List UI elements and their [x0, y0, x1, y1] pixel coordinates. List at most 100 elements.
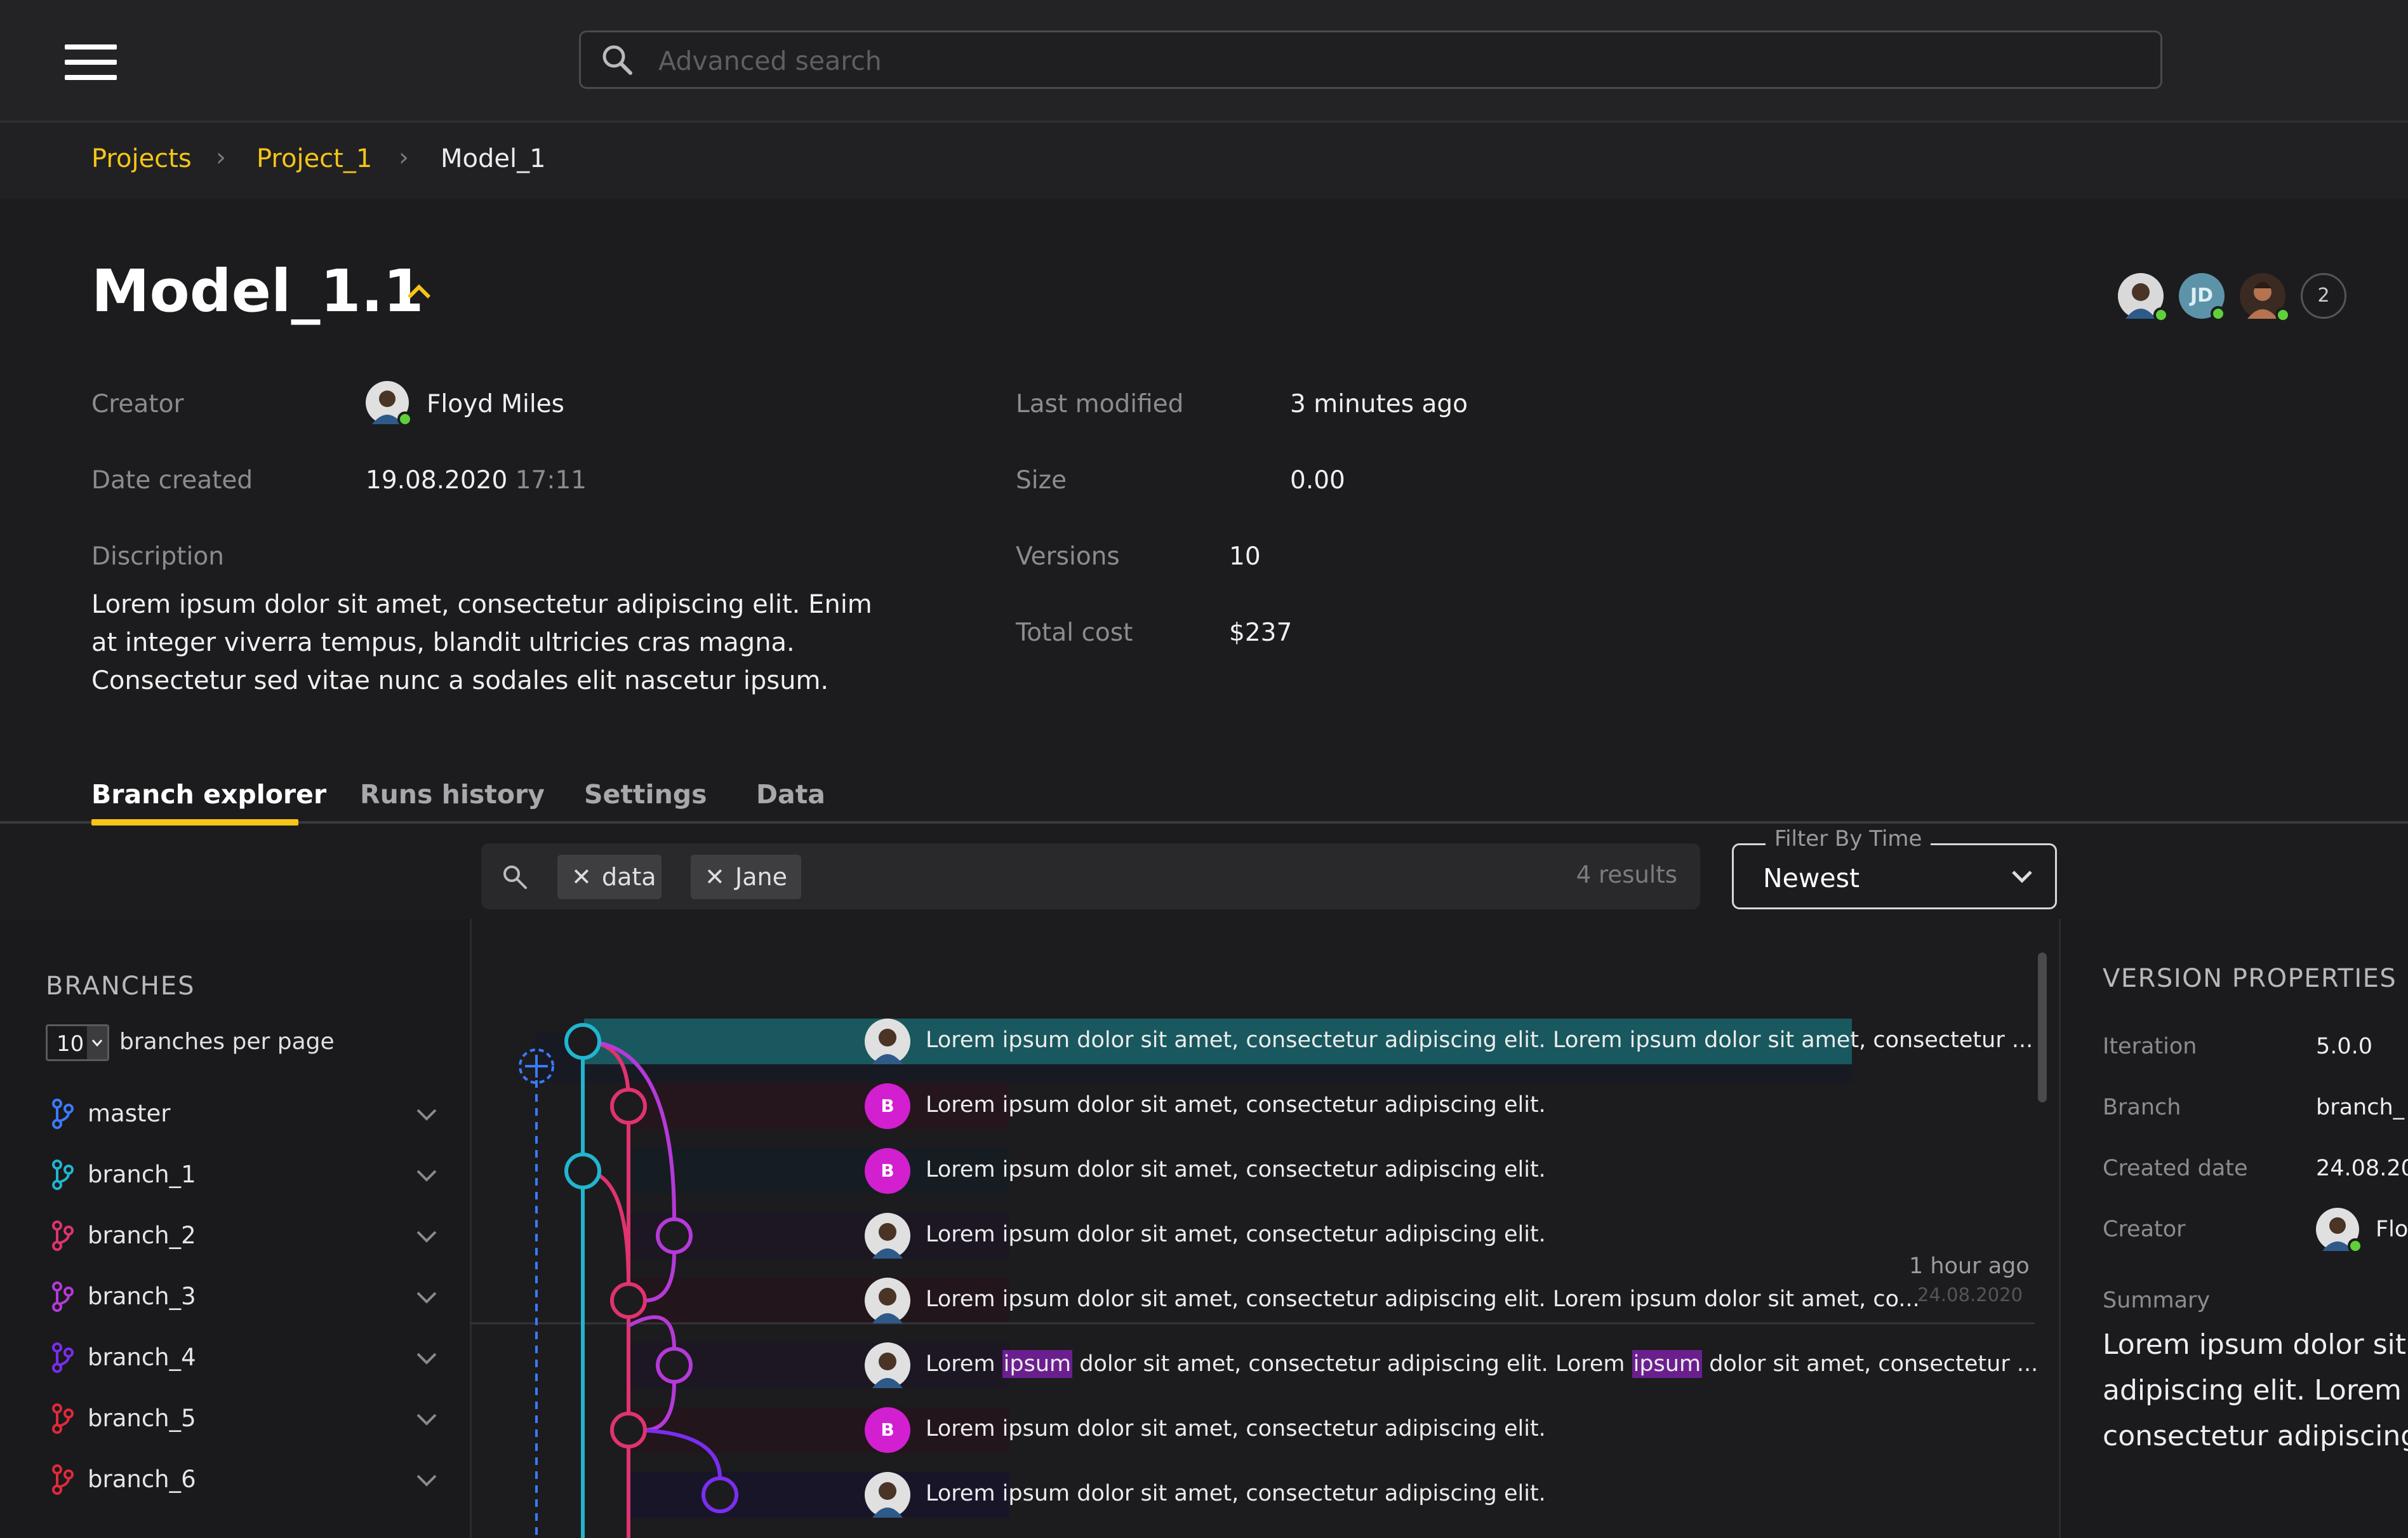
commit-message[interactable]: Lorem ipsum dolor sit amet, consectetur … — [926, 1481, 1546, 1506]
chevron-down-icon[interactable] — [414, 1105, 439, 1125]
sidebar-branch-item[interactable]: branch_3 — [46, 1279, 439, 1317]
branch-icon — [52, 1403, 74, 1434]
commit-message[interactable]: Lorem ipsum dolor sit amet, consectetur … — [926, 1157, 1546, 1182]
filter-chip[interactable]: ✕ data — [557, 855, 662, 899]
collaborator-avatar[interactable] — [2118, 273, 2169, 323]
chevron-right-icon: › — [399, 143, 409, 172]
search-icon — [503, 866, 527, 889]
commit-author-avatar-initials[interactable]: B — [865, 1148, 910, 1194]
commit-author-avatar-initials[interactable]: B — [865, 1083, 910, 1129]
sidebar-branch-item[interactable]: branch_4 — [46, 1340, 439, 1378]
chevron-down-icon[interactable] — [414, 1349, 439, 1369]
created-date-label: Created date — [2103, 1156, 2248, 1181]
scrollbar[interactable] — [2038, 953, 2047, 1102]
commit-author-avatar[interactable] — [865, 1019, 910, 1064]
creator-value: Flo — [2376, 1217, 2408, 1242]
branch-name: branch_2 — [88, 1222, 196, 1249]
branch-name: branch_5 — [88, 1405, 196, 1432]
filter-search-bar[interactable]: ✕ data ✕ Jane 4 results — [481, 843, 1700, 909]
results-count: 4 results — [1576, 861, 1677, 888]
commit-node — [564, 1153, 601, 1189]
commit-author-avatar[interactable] — [865, 1213, 910, 1259]
commit-node — [610, 1412, 647, 1448]
commit-message[interactable]: Lorem ipsum dolor sit amet, consectetur … — [926, 1222, 1546, 1247]
version-properties-title: VERSION PROPERTIES — [2103, 964, 2397, 993]
search-icon — [602, 45, 632, 75]
chevron-down-icon[interactable] — [414, 1471, 439, 1491]
tab-runs-history[interactable]: Runs history — [360, 779, 545, 810]
time-filter-label: Filter By Time — [1766, 826, 1931, 852]
per-page-select[interactable]: 10 — [46, 1024, 109, 1061]
size-value: 0.00 — [1290, 466, 1345, 495]
creator-avatar[interactable] — [366, 381, 413, 427]
tab-data[interactable]: Data — [756, 779, 825, 810]
commit-message[interactable]: Lorem ipsum dolor sit amet, consectetur … — [926, 1027, 2033, 1053]
creator-avatar[interactable] — [2316, 1208, 2363, 1254]
branches-title: BRANCHES — [46, 972, 196, 1001]
chevron-down-icon[interactable] — [414, 1410, 439, 1430]
divider-time: 1 hour ago — [1909, 1254, 2030, 1279]
chevron-right-icon: › — [216, 143, 226, 172]
commit-message[interactable]: Lorem ipsum dolor sit amet, consectetur … — [926, 1092, 1546, 1118]
creator-label: Creator — [2103, 1217, 2186, 1242]
active-tab-indicator — [91, 819, 298, 826]
branch-icon — [52, 1342, 74, 1373]
divider-date: 24.08.2020 — [1917, 1284, 2023, 1306]
sidebar-branch-item[interactable]: branch_6 — [46, 1462, 439, 1500]
branch-icon — [52, 1160, 74, 1190]
branch-icon — [52, 1099, 74, 1129]
total-cost-value: $237 — [1229, 619, 1293, 647]
commit-message[interactable]: Lorem ipsum dolor sit amet, consectetur … — [926, 1350, 2039, 1378]
search-highlight: ipsum — [1002, 1350, 1073, 1378]
commit-message-part: Lorem — [926, 1351, 1002, 1377]
sidebar-branch-item[interactable]: master — [46, 1096, 439, 1134]
sidebar-branch-item[interactable]: branch_2 — [46, 1218, 439, 1256]
close-icon[interactable]: ✕ — [571, 855, 592, 899]
commit-author-avatar[interactable] — [865, 1472, 910, 1518]
chevron-down-icon[interactable] — [414, 1227, 439, 1247]
more-collaborators-badge[interactable]: 2 — [2301, 273, 2346, 319]
chevron-down-icon[interactable] — [414, 1288, 439, 1308]
branch-name: branch_1 — [88, 1161, 196, 1188]
chevron-down-icon[interactable] — [414, 1166, 439, 1186]
menu-icon[interactable] — [65, 44, 117, 80]
collaborator-avatar[interactable] — [2240, 273, 2291, 323]
creator-label: Creator — [91, 390, 184, 418]
branch-name: master — [88, 1100, 171, 1127]
commit-author-avatar[interactable] — [865, 1342, 910, 1388]
chevron-up-icon[interactable] — [404, 279, 434, 305]
branch-icon — [52, 1220, 74, 1251]
iteration-value: 5.0.0 — [2316, 1034, 2373, 1059]
commit-message[interactable]: Lorem ipsum dolor sit amet, consectetur … — [926, 1416, 1546, 1441]
filter-chip[interactable]: ✕ Jane — [691, 855, 801, 899]
tab-branch-explorer[interactable]: Branch explorer — [91, 779, 326, 810]
sidebar-branch-item[interactable]: branch_5 — [46, 1401, 439, 1439]
sidebar-branch-item[interactable]: branch_1 — [46, 1157, 439, 1195]
page-title: Model_1.1 — [91, 257, 424, 325]
commit-node — [610, 1282, 647, 1319]
search-input[interactable] — [657, 43, 2120, 79]
commit-author-avatar-initials[interactable]: B — [865, 1407, 910, 1453]
versions-value: 10 — [1229, 542, 1261, 571]
per-page-label: branches per page — [119, 1029, 335, 1055]
commit-message[interactable]: Lorem ipsum dolor sit amet, consectetur … — [926, 1287, 1920, 1312]
last-modified-label: Last modified — [1016, 390, 1184, 418]
summary-text: Lorem ipsum dolor sit adipiscing elit. L… — [2103, 1328, 2408, 1452]
tab-settings[interactable]: Settings — [584, 779, 707, 810]
close-icon[interactable]: ✕ — [705, 855, 725, 899]
branch-icon — [52, 1464, 74, 1495]
branch-name: branch_6 — [88, 1466, 196, 1493]
branch-value: branch_ — [2316, 1095, 2405, 1120]
chevron-down-icon — [87, 1026, 107, 1059]
time-filter-select[interactable]: Filter By Time Newest — [1732, 826, 2057, 909]
commit-message-part: dolor sit amet, consectetur ... — [1702, 1351, 2039, 1377]
commit-author-avatar[interactable] — [865, 1278, 910, 1323]
date-created-label: Date created — [91, 466, 253, 495]
branch-label: Branch — [2103, 1095, 2181, 1120]
breadcrumb-project[interactable]: Project_1 — [256, 144, 372, 173]
commit-node — [656, 1347, 693, 1384]
creator-name[interactable]: Floyd Miles — [427, 390, 564, 418]
breadcrumb-projects[interactable]: Projects — [91, 144, 192, 173]
last-modified-value: 3 minutes ago — [1290, 390, 1468, 418]
search-bar[interactable] — [579, 30, 2162, 89]
